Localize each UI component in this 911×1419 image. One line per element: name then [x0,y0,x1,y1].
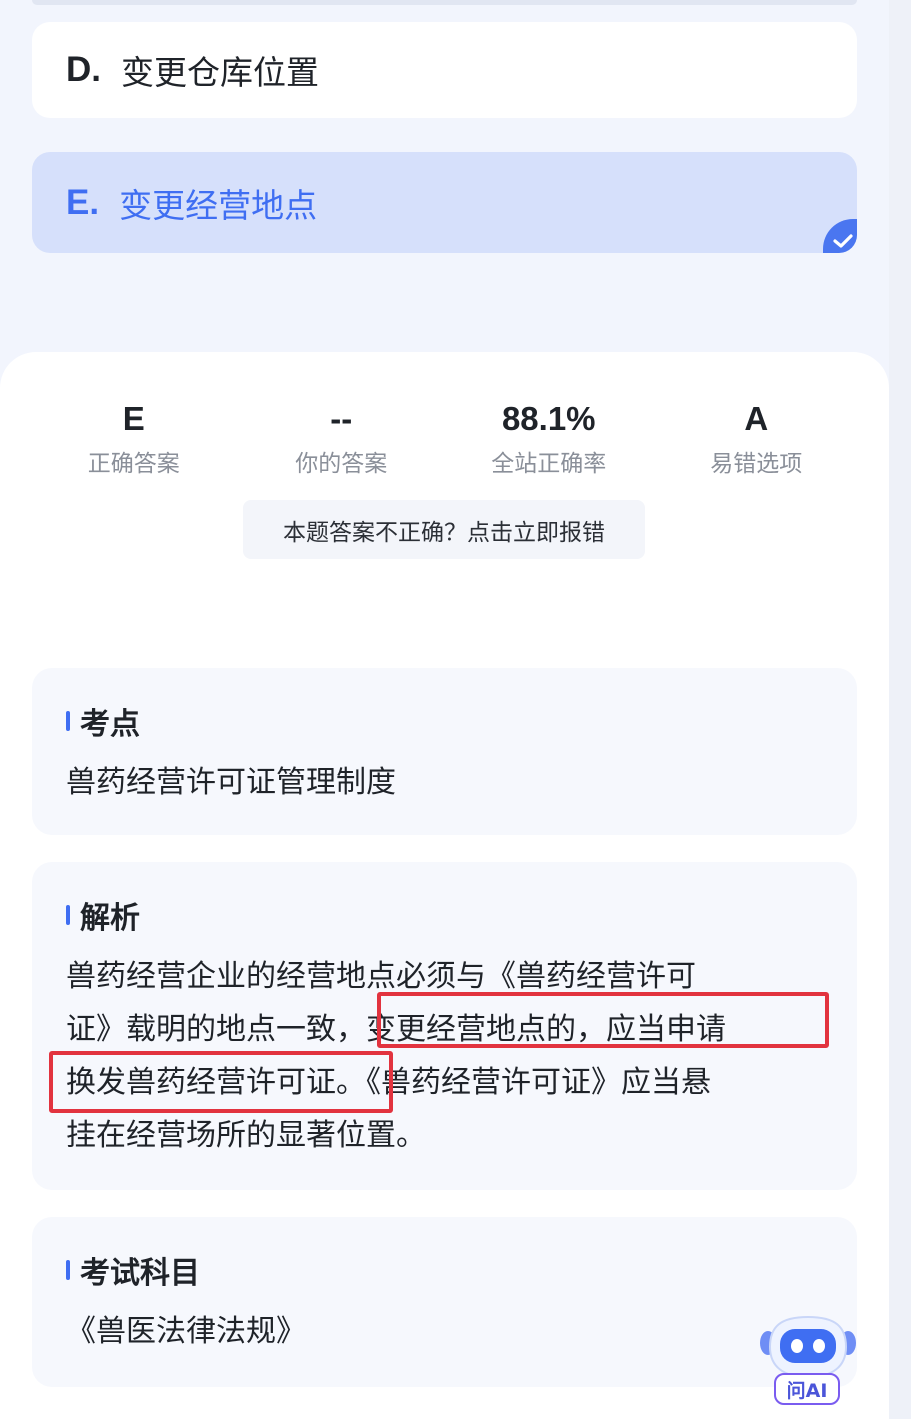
stats-row: E 正确答案 -- 你的答案 88.1% 全站正确率 A 易错选项 [30,398,860,478]
card-title-text: 解析 [80,901,140,936]
option-letter: D. [66,50,101,89]
title-accent-bar [66,711,70,731]
key-point-card: 考点 兽药经营许可证管理制度 [32,668,857,835]
card-title-text: 考试科目 [80,1256,200,1291]
highlight-box [49,1051,393,1113]
option-e[interactable]: E. 变更经营地点 [32,152,857,253]
analysis-line: 挂在经营场所的显著位置。 [66,1118,426,1153]
stat-value: -- [330,400,353,437]
card-title: 考试科目 [66,1249,823,1291]
stat-accuracy: 88.1% 全站正确率 [445,398,653,478]
option-d[interactable]: D. 变更仓库位置 [32,22,857,118]
subject-text: 《兽医法律法规》 [66,1314,306,1349]
option-text: 变更仓库位置 [121,53,319,92]
stat-your-answer: -- 你的答案 [238,398,446,478]
stat-label: 全站正确率 [491,451,607,477]
stat-label: 正确答案 [87,451,180,477]
title-accent-bar [66,905,70,925]
stat-common-wrong: A 易错选项 [653,398,861,478]
key-point-text: 兽药经营许可证管理制度 [66,765,396,800]
stat-label: 易错选项 [710,451,803,477]
option-letter: E. [66,182,100,222]
card-title-text: 考点 [80,707,140,742]
card-title: 解析 [66,894,823,936]
report-error-button[interactable]: 本题答案不正确？点击立即报错 [243,500,645,559]
ask-ai-button[interactable]: 问AI [774,1373,840,1405]
stat-value: A [744,400,769,437]
previous-option-edge [32,0,857,5]
title-accent-bar [66,1260,70,1280]
stat-label: 你的答案 [295,451,388,477]
highlight-box [377,992,829,1048]
stat-value: E [122,400,145,437]
card-title: 考点 [66,700,823,742]
right-rail [889,0,911,1419]
stat-value: 88.1% [501,400,596,437]
subject-card: 考试科目 《兽医法律法规》 [32,1217,857,1387]
stat-correct-answer: E 正确答案 [30,398,238,478]
option-text: 变更经营地点 [119,185,318,225]
check-icon [823,219,857,253]
